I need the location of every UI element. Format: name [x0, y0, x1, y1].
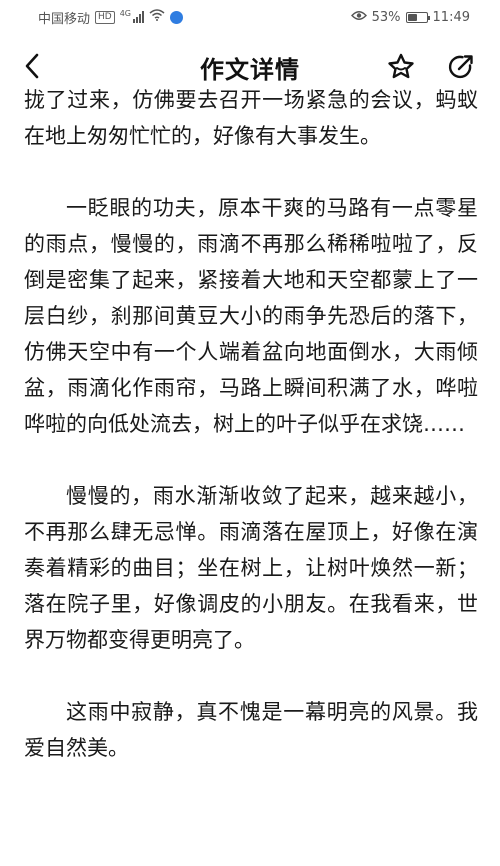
battery-percent: 53% — [371, 9, 401, 25]
article-paragraph: 这雨中寂静，真不愧是一幕明亮的风景。我爱自然美。 — [24, 700, 478, 760]
screen: 中国移动 HD 4G 53% 11:49 作文详情 拢了过来，仿佛要去召开一场紧… — [0, 0, 500, 866]
eye-comfort-icon — [350, 10, 367, 25]
wifi-icon — [149, 9, 165, 25]
share-button[interactable] — [444, 50, 478, 84]
signal-icon — [133, 11, 145, 23]
status-left: 中国移动 HD 4G — [38, 8, 184, 27]
share-arrow-icon — [448, 55, 473, 79]
favorite-button[interactable] — [384, 50, 418, 84]
clock: 11:49 — [432, 9, 470, 25]
status-bar: 中国移动 HD 4G 53% 11:49 — [0, 0, 500, 34]
carrier-label: 中国移动 — [38, 11, 91, 27]
article-paragraph: 拢了过来，仿佛要去召开一场紧急的会议，蚂蚁在地上匆匆忙忙的，好像有大事发生。 — [24, 88, 478, 148]
article-paragraph: 慢慢的，雨水渐渐收敛了起来，越来越小，不再那么肆无忌惮。雨滴落在屋顶上，好像在演… — [24, 484, 478, 652]
battery-level — [407, 13, 418, 21]
article-body: 拢了过来，仿佛要去召开一场紧急的会议，蚂蚁在地上匆匆忙忙的，好像有大事发生。 一… — [24, 82, 478, 802]
network-type: 4G — [119, 8, 132, 18]
star-icon — [388, 53, 414, 79]
article-paragraph: 一眨眼的功夫，原本干爽的马路有一点零星的雨点，慢慢的，雨滴不再那么稀稀啦啦了，反… — [24, 196, 478, 436]
status-right: 53% 11:49 — [350, 9, 470, 25]
app-notification-icon — [170, 10, 184, 24]
page-title: 作文详情 — [200, 56, 300, 84]
battery-icon — [405, 11, 430, 23]
hd-badge: HD — [95, 10, 115, 24]
